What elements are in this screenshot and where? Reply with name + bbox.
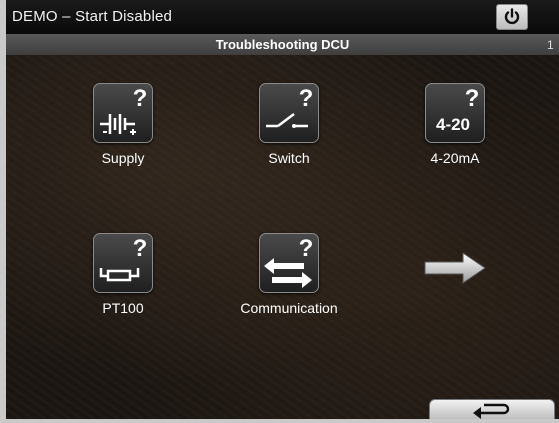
analog-4-20ma-button[interactable]: ? 4-20 4-20mA <box>410 83 500 166</box>
analog-icon-box: ? 4-20 <box>425 83 485 143</box>
top-bar: DEMO – Start Disabled <box>6 0 559 34</box>
power-button[interactable] <box>496 4 528 30</box>
svg-text:?: ? <box>133 85 148 112</box>
pt100-sensor-icon: ? <box>99 235 148 282</box>
switch-button[interactable]: ? Switch <box>244 83 334 166</box>
arrow-right-icon[interactable] <box>423 251 487 285</box>
svg-text:?: ? <box>299 85 314 112</box>
battery-icon: ? <box>100 85 148 135</box>
svg-text:?: ? <box>299 235 314 262</box>
pt100-button[interactable]: ? PT100 <box>78 233 168 316</box>
4-20-icon: ? 4-20 <box>436 85 480 134</box>
supply-icon-box: ? <box>93 83 153 143</box>
switch-icon: ? <box>266 85 314 128</box>
app-title: DEMO – Start Disabled <box>12 8 173 25</box>
svg-text:?: ? <box>465 85 480 112</box>
svg-text:?: ? <box>133 235 148 262</box>
bidirectional-arrows-icon: ? <box>264 235 314 288</box>
header-bar: Troubleshooting DCU 1 <box>6 34 559 55</box>
page-title: Troubleshooting DCU <box>215 37 350 52</box>
screen-frame-bottom <box>0 419 559 423</box>
pt100-label: PT100 <box>102 300 144 316</box>
supply-button[interactable]: ? Supply <box>78 83 168 166</box>
back-button[interactable] <box>429 399 555 419</box>
switch-icon-box: ? <box>259 83 319 143</box>
communication-label: Communication <box>240 300 338 316</box>
power-icon <box>504 8 520 25</box>
screen: DEMO – Start Disabled Troubleshooting DC… <box>6 0 559 419</box>
pt100-icon-box: ? <box>93 233 153 293</box>
communication-button[interactable]: ? Communication <box>232 233 346 316</box>
communication-icon-box: ? <box>259 233 319 293</box>
switch-label: Switch <box>268 150 310 166</box>
4-20-icon-text: 4-20 <box>436 115 470 134</box>
page-number: 1 <box>547 38 554 52</box>
supply-label: Supply <box>101 150 145 166</box>
return-arrow-icon <box>473 403 510 419</box>
analog-label: 4-20mA <box>430 150 480 166</box>
